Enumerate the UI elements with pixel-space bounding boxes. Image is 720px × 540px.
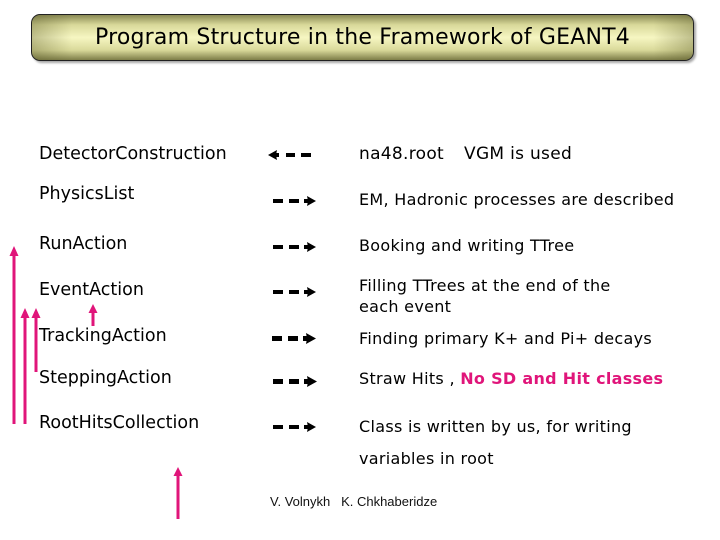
desc-root-hits-collection: Class is written by us, for writing vari… xyxy=(359,411,632,475)
label-root-hits-collection: RootHitsCollection xyxy=(39,413,200,433)
label-stepping-action: SteppingAction xyxy=(39,368,172,388)
label-detector-construction: DetectorConstruction xyxy=(39,144,227,164)
desc-physics-list: EM, Hadronic processes are described xyxy=(359,190,675,209)
up-arrow-icon xyxy=(173,467,183,519)
label-event-action: EventAction xyxy=(39,280,144,300)
label-tracking-action: TrackingAction xyxy=(39,326,167,346)
up-arrow-icon xyxy=(20,308,30,424)
desc-vgm-note: VGM is used xyxy=(464,144,573,164)
dashed-arrow-right-icon xyxy=(273,196,316,206)
label-physics-list: PhysicsList xyxy=(39,184,135,204)
dashed-arrow-right-icon xyxy=(273,376,317,387)
desc-event-action: Filling TTrees at the end of the each ev… xyxy=(359,275,611,317)
dashed-arrow-right-icon xyxy=(272,333,316,344)
desc-event-action-line2: each event xyxy=(359,297,452,316)
authors-credit: V. Volnykh K. Chkhaberidze xyxy=(270,494,438,509)
desc-detector-construction: na48.root VGM is used xyxy=(359,144,572,164)
desc-geometry-file: na48.root xyxy=(359,144,445,164)
dashed-arrow-right-icon xyxy=(273,242,316,252)
label-run-action: RunAction xyxy=(39,234,128,254)
desc-stepping-action: Straw Hits , No SD and Hit classes xyxy=(359,369,663,388)
desc-event-action-line1: Filling TTrees at the end of the xyxy=(359,276,611,295)
desc-root-hits-line1: Class is written by us, for writing xyxy=(359,417,632,436)
desc-root-hits-line2: variables in root xyxy=(359,449,494,468)
slide-title: Program Structure in the Framework of GE… xyxy=(95,25,630,50)
desc-highlight-note: No SD and Hit classes xyxy=(460,369,664,388)
up-arrow-icon xyxy=(9,246,19,424)
dashed-arrow-right-icon xyxy=(273,287,316,297)
desc-straw-hits: Straw Hits , xyxy=(359,369,461,388)
title-banner: Program Structure in the Framework of GE… xyxy=(31,14,694,61)
desc-run-action: Booking and writing TTree xyxy=(359,236,575,255)
dashed-arrow-right-icon xyxy=(273,422,316,432)
desc-tracking-action: Finding primary K+ and Pi+ decays xyxy=(359,329,653,348)
dashed-arrow-left-icon xyxy=(268,150,311,160)
up-arrow-icon xyxy=(88,304,98,326)
